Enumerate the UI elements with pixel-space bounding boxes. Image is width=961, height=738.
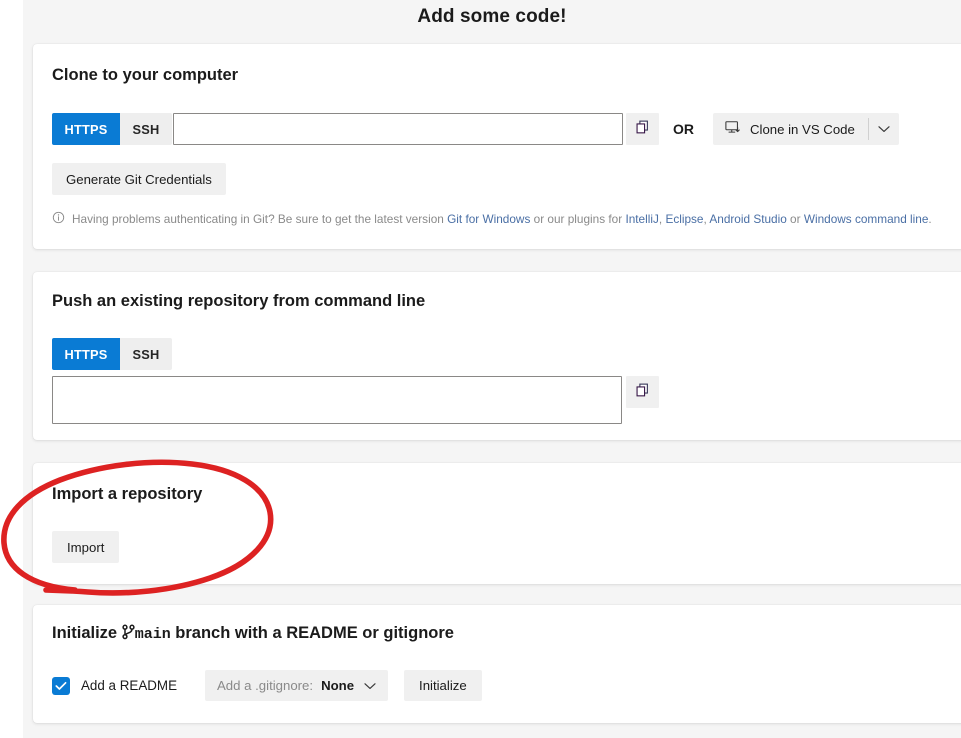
initialize-heading: Initialize main branch with a README or …: [52, 624, 454, 643]
clone-tab-ssh[interactable]: SSH: [120, 113, 172, 145]
copy-icon: [635, 120, 650, 138]
initialize-section-card: Initialize main branch with a README or …: [33, 605, 961, 723]
import-button[interactable]: Import: [52, 531, 120, 563]
monitor-download-icon: [725, 120, 741, 138]
clone-protocol-tabs[interactable]: HTTPS SSH: [52, 113, 172, 145]
copy-icon: [635, 383, 650, 401]
info-text-part4: .: [928, 212, 932, 226]
clone-in-vscode-caret[interactable]: [869, 113, 899, 145]
clone-info-row: Having problems authenticating in Git? B…: [52, 211, 932, 227]
link-windows-command-line[interactable]: Windows command line: [804, 212, 929, 226]
info-text-part3: or: [786, 212, 804, 226]
generate-git-credentials-button[interactable]: Generate Git Credentials: [52, 163, 226, 195]
info-text-part2: or our plugins for: [530, 212, 626, 226]
clone-in-vscode-button[interactable]: Clone in VS Code: [713, 113, 899, 145]
clone-in-vscode-main[interactable]: Clone in VS Code: [713, 113, 868, 145]
link-android-studio[interactable]: Android Studio: [709, 212, 786, 226]
or-label: OR: [673, 121, 694, 137]
gitignore-dropdown-prefix: Add a .gitignore:: [217, 678, 314, 693]
push-command-textarea[interactable]: [52, 376, 622, 424]
link-git-for-windows[interactable]: Git for Windows: [447, 212, 530, 226]
import-section-card: Import a repository Import: [33, 463, 961, 584]
clone-section-card: Clone to your computer HTTPS SSH OR Clon…: [33, 44, 961, 249]
initialize-button[interactable]: Initialize: [404, 670, 482, 701]
info-text-part1: Having problems authenticating in Git? B…: [72, 212, 448, 226]
gitignore-dropdown-value: None: [321, 678, 355, 693]
clone-info-text: Having problems authenticating in Git? B…: [72, 212, 932, 226]
link-intellij[interactable]: IntelliJ: [625, 212, 658, 226]
push-protocol-tabs[interactable]: HTTPS SSH: [52, 338, 172, 370]
gitignore-dropdown[interactable]: Add a .gitignore: None: [205, 670, 389, 701]
push-copy-button[interactable]: [626, 376, 659, 408]
info-circle-icon: [52, 211, 65, 227]
clone-in-vscode-label: Clone in VS Code: [750, 121, 855, 137]
add-readme-checkbox[interactable]: [52, 676, 70, 695]
link-eclipse[interactable]: Eclipse: [665, 212, 703, 226]
push-tab-https[interactable]: HTTPS: [52, 338, 120, 370]
check-icon: [55, 681, 67, 690]
add-readme-label: Add a README: [81, 678, 178, 693]
chevron-down-icon: [364, 682, 376, 690]
import-heading: Import a repository: [52, 485, 203, 503]
chevron-down-icon: [878, 120, 890, 138]
push-section-card: Push an existing repository from command…: [33, 272, 961, 440]
page-title: Add some code!: [417, 6, 567, 27]
initialize-heading-suffix: branch with a README or gitignore: [170, 624, 454, 642]
push-tab-ssh[interactable]: SSH: [120, 338, 172, 370]
push-heading: Push an existing repository from command…: [52, 292, 426, 310]
initialize-heading-prefix: Initialize: [52, 624, 122, 642]
clone-heading: Clone to your computer: [52, 66, 239, 84]
page-root: Add some code! Clone to your computer HT…: [0, 0, 961, 738]
clone-url-input[interactable]: [173, 113, 623, 145]
clone-copy-button[interactable]: [626, 113, 659, 145]
initialize-branch-name: main: [134, 626, 171, 643]
clone-tab-https[interactable]: HTTPS: [52, 113, 120, 145]
initialize-controls-row: Add a README Add a .gitignore: None Init…: [52, 670, 482, 701]
git-branch-icon: [122, 624, 135, 642]
